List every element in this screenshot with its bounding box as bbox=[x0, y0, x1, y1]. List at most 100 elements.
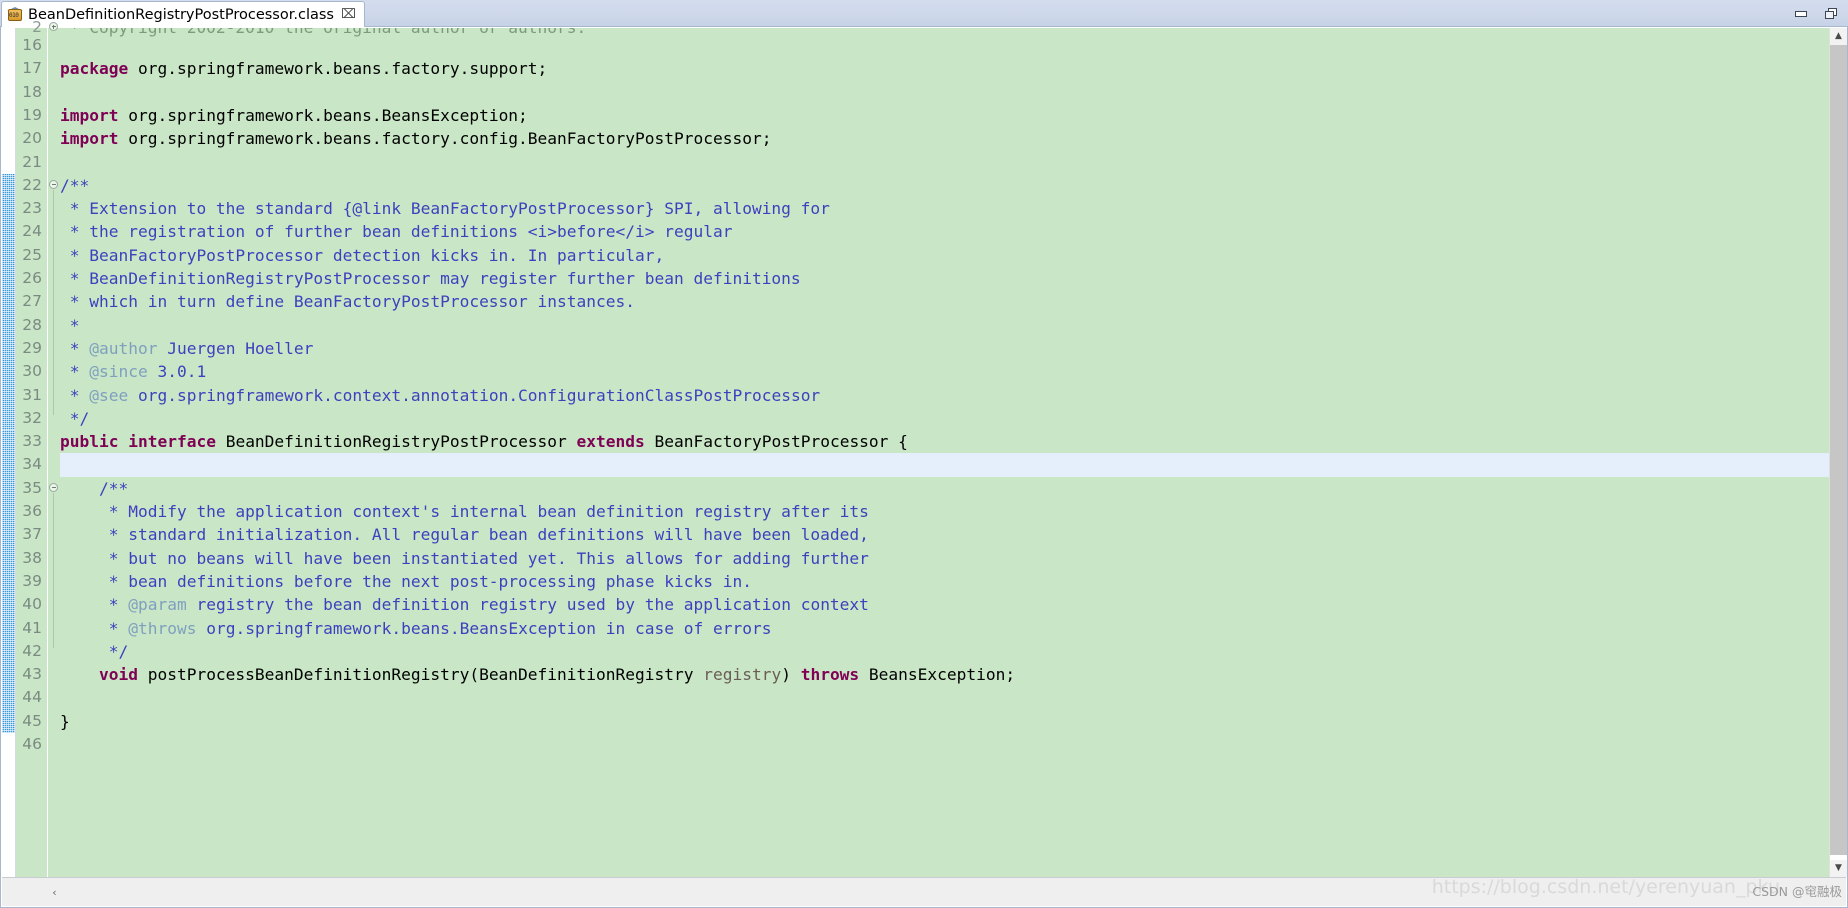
code-token-jdoc: * BeanDefinitionRegistryPostProcessor ma… bbox=[60, 269, 801, 288]
gutter-line-number: 33 bbox=[22, 432, 42, 451]
gutter-line-number: 27 bbox=[22, 292, 42, 311]
code-line[interactable]: * Extension to the standard {@link BeanF… bbox=[60, 197, 1829, 220]
code-token-jdoc: */ bbox=[60, 641, 129, 661]
editor-shell: 2 16 17 18 19 20 21 22 23 24 25 26 27 28 29 30 31 32 33 34 3… bbox=[0, 18, 1848, 908]
code-line[interactable]: package org.springframework.beans.factor… bbox=[60, 57, 1829, 80]
code-token-jtag: @param bbox=[128, 595, 187, 615]
scroll-up-button[interactable]: ▲ bbox=[1830, 28, 1847, 45]
close-icon[interactable]: ⌧ bbox=[341, 8, 356, 21]
gutter-line-number: 21 bbox=[22, 152, 42, 171]
code-line[interactable]: * @param registry the bean definition re… bbox=[60, 593, 1829, 616]
code-line[interactable]: /** bbox=[60, 477, 1829, 500]
code-token-kw: extends bbox=[576, 432, 645, 452]
code-line[interactable]: * BeanFactoryPostProcessor detection kic… bbox=[60, 244, 1829, 267]
code-line[interactable]: * Modify the application context's inter… bbox=[60, 500, 1829, 523]
code-token-jdoc: /** bbox=[60, 478, 129, 498]
code-line[interactable] bbox=[60, 34, 1829, 57]
code-line[interactable]: * @author Juergen Hoeller bbox=[60, 337, 1829, 360]
code-token-jdoc: * which in turn define BeanFactoryPostPr… bbox=[60, 292, 635, 312]
code-line[interactable]: * the registration of further bean defin… bbox=[60, 220, 1829, 243]
chevron-up-icon: ▲ bbox=[1835, 31, 1842, 41]
gutter-line-number: 24 bbox=[22, 222, 42, 241]
code-token-kw: throws bbox=[800, 665, 860, 685]
code-token-jdoc: org.springframework.context.annotation.C… bbox=[128, 385, 821, 405]
gutter-line-number: 29 bbox=[22, 338, 42, 357]
watermark-url: https://blog.csdn.net/yerenyuan_pku bbox=[1431, 876, 1780, 898]
scroll-down-button[interactable]: ▼ bbox=[1830, 860, 1847, 877]
gutter-line-number: 22 bbox=[22, 175, 42, 194]
code-token-param: registry bbox=[703, 665, 782, 685]
code-token-jdoc: * but no beans will have been instantiat… bbox=[60, 548, 869, 568]
gutter-line-number: 34 bbox=[22, 455, 42, 474]
fold-region-bar bbox=[52, 189, 54, 415]
gutter-line-number: 36 bbox=[22, 502, 42, 520]
code-token-plain: } bbox=[60, 711, 70, 731]
code-token-jdoc: Juergen Hoeller bbox=[157, 338, 314, 358]
code-token-jtag: @since bbox=[89, 362, 148, 382]
code-line[interactable] bbox=[60, 81, 1829, 104]
code-token-jtag: @see bbox=[89, 385, 129, 405]
code-token-plain: org.springframework.beans.factory.suppor… bbox=[128, 59, 548, 79]
code-token-jdoc: * bbox=[60, 362, 90, 382]
code-line[interactable]: import org.springframework.beans.BeansEx… bbox=[60, 104, 1829, 127]
window-controls bbox=[1794, 0, 1840, 27]
gutter-line-number: 39 bbox=[22, 571, 42, 590]
code-token-jdoc: /** bbox=[60, 175, 90, 195]
code-token-kw: package bbox=[60, 59, 129, 79]
code-line[interactable]: * @see org.springframework.context.annot… bbox=[60, 384, 1829, 407]
chevron-left-icon: ‹ bbox=[52, 885, 57, 899]
code-line[interactable]: } bbox=[60, 710, 1829, 733]
restore-button[interactable] bbox=[1824, 6, 1840, 22]
gutter-line-number: 18 bbox=[22, 82, 42, 101]
code-token-jdoc: * bean definitions before the next post-… bbox=[60, 571, 752, 591]
code-token-kw: import bbox=[60, 105, 119, 125]
code-token-jdoc: org.springframework.beans.BeansException… bbox=[196, 618, 772, 638]
code-folding-column[interactable] bbox=[48, 22, 60, 877]
code-line[interactable]: * bean definitions before the next post-… bbox=[60, 570, 1829, 593]
code-line[interactable]: */ bbox=[60, 407, 1829, 430]
code-token-jdoc: * bbox=[60, 338, 90, 358]
code-token-plain: BeanDefinitionRegistryPostProcessor bbox=[215, 432, 577, 452]
fold-marker-ghost[interactable] bbox=[49, 22, 58, 31]
code-token-plain: org.springframework.beans.factory.config… bbox=[118, 129, 772, 149]
code-line[interactable] bbox=[60, 733, 1829, 756]
code-line[interactable]: * BeanDefinitionRegistryPostProcessor ma… bbox=[60, 267, 1829, 290]
gutter-line-number: 16 bbox=[22, 36, 42, 54]
code-line-current[interactable] bbox=[60, 453, 1829, 477]
gutter-line-number: 30 bbox=[22, 362, 42, 381]
chevron-down-icon: ▼ bbox=[1835, 863, 1842, 873]
code-token-jdoc: * Modify the application context's inter… bbox=[60, 502, 869, 521]
gutter-line-number: 26 bbox=[22, 269, 42, 287]
scroll-left-button[interactable]: ‹ bbox=[46, 878, 63, 906]
code-token-jdoc: * the registration of further bean defin… bbox=[60, 222, 733, 242]
code-line[interactable]: /** bbox=[60, 174, 1829, 197]
code-text-area[interactable]: * Copyright 2002-2010 the original autho… bbox=[60, 28, 1829, 877]
code-line[interactable]: public interface BeanDefinitionRegistryP… bbox=[60, 430, 1829, 453]
code-line[interactable] bbox=[60, 686, 1829, 709]
vertical-scrollbar-thumb[interactable] bbox=[1830, 45, 1847, 855]
code-token-jdoc: */ bbox=[60, 408, 90, 428]
code-line[interactable]: * @since 3.0.1 bbox=[60, 360, 1829, 383]
fold-marker[interactable] bbox=[49, 482, 58, 492]
code-line[interactable]: * standard initialization. All regular b… bbox=[60, 523, 1829, 546]
code-line[interactable]: */ bbox=[60, 640, 1829, 663]
code-token-kw: void bbox=[98, 665, 138, 685]
horizontal-scrollbar[interactable]: ‹ https://blog.csdn.net/yerenyuan_pku CS… bbox=[2, 876, 1846, 906]
code-line[interactable] bbox=[60, 151, 1829, 174]
code-line[interactable]: * but no beans will have been instantiat… bbox=[60, 547, 1829, 570]
gutter-line-number: 41 bbox=[22, 618, 42, 637]
code-line[interactable]: * which in turn define BeanFactoryPostPr… bbox=[60, 290, 1829, 313]
fold-marker[interactable] bbox=[49, 179, 58, 189]
code-line[interactable]: * @throws org.springframework.beans.Bean… bbox=[60, 617, 1829, 640]
vertical-scrollbar[interactable]: ▲ ▼ bbox=[1829, 28, 1847, 877]
minimize-button[interactable] bbox=[1794, 6, 1810, 22]
code-line[interactable]: void postProcessBeanDefinitionRegistry(B… bbox=[60, 663, 1829, 686]
watermark-badge: CSDN @窀融极 bbox=[1752, 884, 1842, 899]
gutter-line-number: 19 bbox=[22, 105, 42, 124]
code-token-kw: import bbox=[60, 129, 119, 149]
code-line[interactable]: import org.springframework.beans.factory… bbox=[60, 127, 1829, 150]
code-line[interactable]: * bbox=[60, 314, 1829, 337]
gutter-line-number: 28 bbox=[22, 315, 42, 334]
